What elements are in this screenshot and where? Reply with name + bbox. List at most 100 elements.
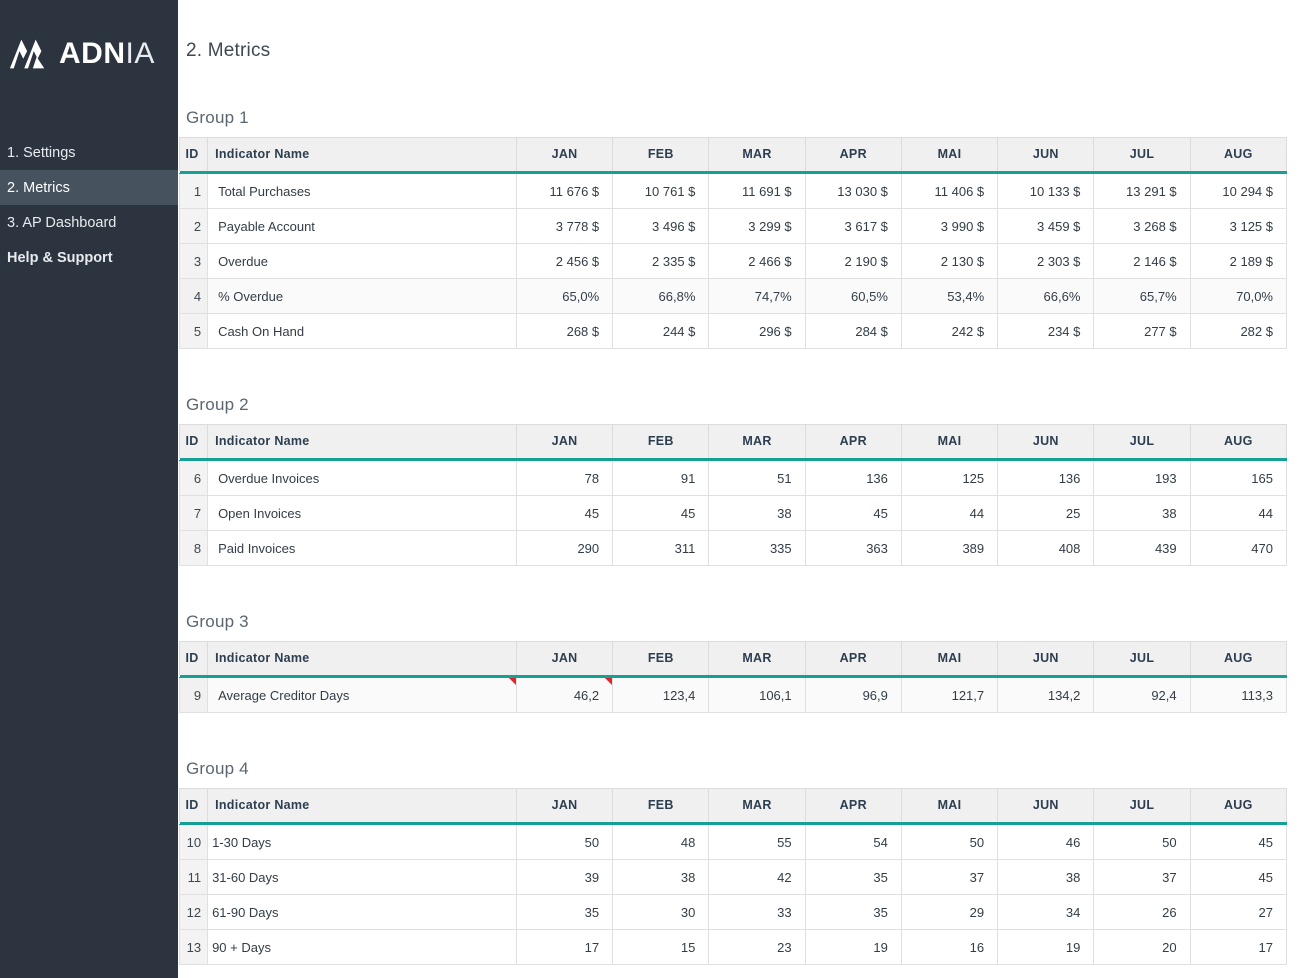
table-row[interactable]: 8Paid Invoices290311335363389408439470	[180, 531, 1287, 566]
cell-value-mar[interactable]: 3 299 $	[709, 209, 805, 244]
table-row[interactable]: 3Overdue2 456 $2 335 $2 466 $2 190 $2 13…	[180, 244, 1287, 279]
brand-logo[interactable]: ADNIA	[0, 0, 178, 107]
column-header-feb[interactable]: FEB	[613, 425, 709, 458]
cell-value-jun[interactable]: 34	[998, 895, 1094, 930]
table-row[interactable]: 9Average Creditor Days46,2123,4106,196,9…	[180, 678, 1287, 713]
cell-value-jan[interactable]: 65,0%	[516, 279, 612, 314]
cell-value-jan[interactable]: 45	[516, 496, 612, 531]
cell-value-feb[interactable]: 10 761 $	[613, 174, 709, 209]
column-header-jul[interactable]: JUL	[1094, 138, 1190, 171]
cell-value-aug[interactable]: 10 294 $	[1190, 174, 1286, 209]
cell-value-apr[interactable]: 3 617 $	[805, 209, 901, 244]
cell-indicator-name[interactable]: 1-30 Days	[208, 825, 517, 860]
cell-indicator-name[interactable]: Average Creditor Days	[208, 678, 517, 713]
cell-value-feb[interactable]: 15	[613, 930, 709, 965]
cell-value-jun[interactable]: 234 $	[998, 314, 1094, 349]
cell-value-aug[interactable]: 3 125 $	[1190, 209, 1286, 244]
column-header-mai[interactable]: MAI	[901, 789, 997, 822]
cell-value-jul[interactable]: 20	[1094, 930, 1190, 965]
column-header-apr[interactable]: APR	[805, 425, 901, 458]
column-header-jan[interactable]: JAN	[516, 425, 612, 458]
cell-value-jun[interactable]: 25	[998, 496, 1094, 531]
column-header-jan[interactable]: JAN	[516, 642, 612, 675]
cell-id[interactable]: 4	[180, 279, 208, 314]
cell-indicator-name[interactable]: 31-60 Days	[208, 860, 517, 895]
cell-indicator-name[interactable]: 61-90 Days	[208, 895, 517, 930]
column-header-mar[interactable]: MAR	[709, 642, 805, 675]
table-row[interactable]: 4% Overdue65,0%66,8%74,7%60,5%53,4%66,6%…	[180, 279, 1287, 314]
cell-value-jul[interactable]: 3 268 $	[1094, 209, 1190, 244]
column-header-id[interactable]: ID	[180, 642, 208, 675]
cell-value-apr[interactable]: 136	[805, 461, 901, 496]
cell-value-mai[interactable]: 44	[901, 496, 997, 531]
cell-id[interactable]: 8	[180, 531, 208, 566]
cell-value-feb[interactable]: 30	[613, 895, 709, 930]
column-header-apr[interactable]: APR	[805, 138, 901, 171]
column-header-mar[interactable]: MAR	[709, 138, 805, 171]
cell-value-jun[interactable]: 408	[998, 531, 1094, 566]
cell-value-jul[interactable]: 193	[1094, 461, 1190, 496]
table-row[interactable]: 2Payable Account3 778 $3 496 $3 299 $3 6…	[180, 209, 1287, 244]
cell-id[interactable]: 9	[180, 678, 208, 713]
cell-value-jul[interactable]: 26	[1094, 895, 1190, 930]
cell-value-mar[interactable]: 42	[709, 860, 805, 895]
cell-value-feb[interactable]: 244 $	[613, 314, 709, 349]
column-header-feb[interactable]: FEB	[613, 789, 709, 822]
column-header-apr[interactable]: APR	[805, 642, 901, 675]
column-header-mar[interactable]: MAR	[709, 425, 805, 458]
cell-value-mai[interactable]: 3 990 $	[901, 209, 997, 244]
table-row[interactable]: 101-30 Days5048555450465045	[180, 825, 1287, 860]
cell-indicator-name[interactable]: Overdue	[208, 244, 517, 279]
column-header-jul[interactable]: JUL	[1094, 789, 1190, 822]
cell-value-mai[interactable]: 29	[901, 895, 997, 930]
cell-value-jul[interactable]: 38	[1094, 496, 1190, 531]
cell-value-apr[interactable]: 2 190 $	[805, 244, 901, 279]
cell-indicator-name[interactable]: Cash On Hand	[208, 314, 517, 349]
cell-value-mar[interactable]: 55	[709, 825, 805, 860]
cell-value-aug[interactable]: 45	[1190, 860, 1286, 895]
cell-value-jul[interactable]: 92,4	[1094, 678, 1190, 713]
cell-value-jan[interactable]: 39	[516, 860, 612, 895]
column-header-id[interactable]: ID	[180, 425, 208, 458]
cell-id[interactable]: 13	[180, 930, 208, 965]
cell-value-feb[interactable]: 311	[613, 531, 709, 566]
cell-indicator-name[interactable]: Paid Invoices	[208, 531, 517, 566]
cell-value-mai[interactable]: 125	[901, 461, 997, 496]
sidebar-item-3-ap-dashboard[interactable]: 3. AP Dashboard	[0, 205, 178, 240]
column-header-indicator-name[interactable]: Indicator Name	[208, 642, 517, 675]
cell-id[interactable]: 5	[180, 314, 208, 349]
cell-value-apr[interactable]: 13 030 $	[805, 174, 901, 209]
cell-id[interactable]: 7	[180, 496, 208, 531]
cell-id[interactable]: 3	[180, 244, 208, 279]
column-header-aug[interactable]: AUG	[1190, 138, 1286, 171]
cell-value-feb[interactable]: 45	[613, 496, 709, 531]
cell-value-jul[interactable]: 439	[1094, 531, 1190, 566]
cell-value-jan[interactable]: 46,2	[516, 678, 612, 713]
cell-indicator-name[interactable]: Open Invoices	[208, 496, 517, 531]
cell-value-aug[interactable]: 44	[1190, 496, 1286, 531]
cell-value-jan[interactable]: 35	[516, 895, 612, 930]
cell-id[interactable]: 1	[180, 174, 208, 209]
cell-value-feb[interactable]: 66,8%	[613, 279, 709, 314]
cell-value-jun[interactable]: 136	[998, 461, 1094, 496]
table-row[interactable]: 5Cash On Hand268 $244 $296 $284 $242 $23…	[180, 314, 1287, 349]
cell-value-jan[interactable]: 268 $	[516, 314, 612, 349]
cell-value-mar[interactable]: 74,7%	[709, 279, 805, 314]
cell-id[interactable]: 11	[180, 860, 208, 895]
column-header-feb[interactable]: FEB	[613, 642, 709, 675]
column-header-jun[interactable]: JUN	[998, 138, 1094, 171]
cell-value-mai[interactable]: 11 406 $	[901, 174, 997, 209]
column-header-feb[interactable]: FEB	[613, 138, 709, 171]
cell-value-aug[interactable]: 282 $	[1190, 314, 1286, 349]
cell-value-jan[interactable]: 78	[516, 461, 612, 496]
cell-value-jun[interactable]: 10 133 $	[998, 174, 1094, 209]
cell-value-apr[interactable]: 284 $	[805, 314, 901, 349]
cell-value-mar[interactable]: 51	[709, 461, 805, 496]
cell-value-jun[interactable]: 19	[998, 930, 1094, 965]
cell-value-aug[interactable]: 45	[1190, 825, 1286, 860]
cell-value-jul[interactable]: 2 146 $	[1094, 244, 1190, 279]
column-header-indicator-name[interactable]: Indicator Name	[208, 789, 517, 822]
cell-value-apr[interactable]: 54	[805, 825, 901, 860]
cell-value-jun[interactable]: 66,6%	[998, 279, 1094, 314]
cell-value-mai[interactable]: 121,7	[901, 678, 997, 713]
